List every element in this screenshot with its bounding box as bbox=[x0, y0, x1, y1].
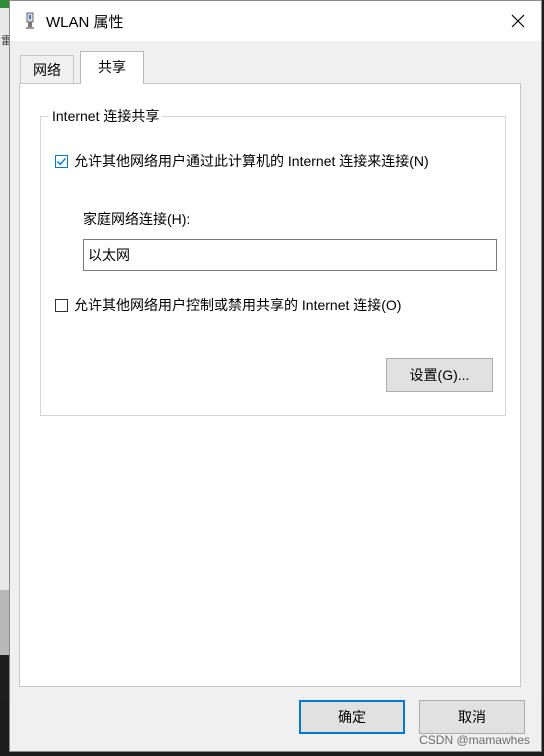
tab-network[interactable]: 网络 bbox=[20, 55, 74, 83]
home-network-label: 家庭网络连接(H): bbox=[83, 211, 191, 227]
allow-sharing-label: 允许其他网络用户通过此计算机的 Internet 连接来连接(N) bbox=[74, 153, 429, 169]
watermark: CSDN @mamawhes bbox=[419, 733, 530, 747]
ok-button[interactable]: 确定 bbox=[299, 700, 405, 734]
window-title: WLAN 属性 bbox=[46, 14, 124, 31]
sharing-tab-panel: Internet 连接共享 允许其他网络用户通过此计算机的 Internet 连… bbox=[19, 83, 521, 687]
settings-button[interactable]: 设置(G)... bbox=[386, 358, 493, 392]
checkmark-icon bbox=[57, 157, 67, 165]
allow-control-checkbox-row[interactable]: 允许其他网络用户控制或禁用共享的 Internet 连接(O) bbox=[55, 295, 401, 315]
allow-sharing-checkbox[interactable] bbox=[55, 154, 68, 168]
close-button[interactable] bbox=[495, 1, 541, 41]
network-adapter-icon bbox=[24, 12, 36, 30]
home-network-select[interactable]: 以太网 bbox=[83, 239, 497, 271]
internet-connection-sharing-group: Internet 连接共享 允许其他网络用户通过此计算机的 Internet 连… bbox=[40, 106, 506, 416]
wlan-properties-dialog: WLAN 属性 网络 共享 Internet 连接共享 允许其他网络用户通过此计… bbox=[9, 0, 542, 752]
close-icon bbox=[511, 14, 525, 28]
group-legend: Internet 连接共享 bbox=[49, 106, 163, 126]
tab-sharing[interactable]: 共享 bbox=[80, 51, 144, 84]
title-bar: WLAN 属性 bbox=[10, 1, 541, 41]
allow-control-label: 允许其他网络用户控制或禁用共享的 Internet 连接(O) bbox=[74, 297, 402, 313]
allow-control-checkbox[interactable] bbox=[55, 298, 68, 312]
allow-sharing-checkbox-row[interactable]: 允许其他网络用户通过此计算机的 Internet 连接来连接(N) bbox=[55, 151, 429, 171]
cancel-button[interactable]: 取消 bbox=[419, 700, 525, 734]
